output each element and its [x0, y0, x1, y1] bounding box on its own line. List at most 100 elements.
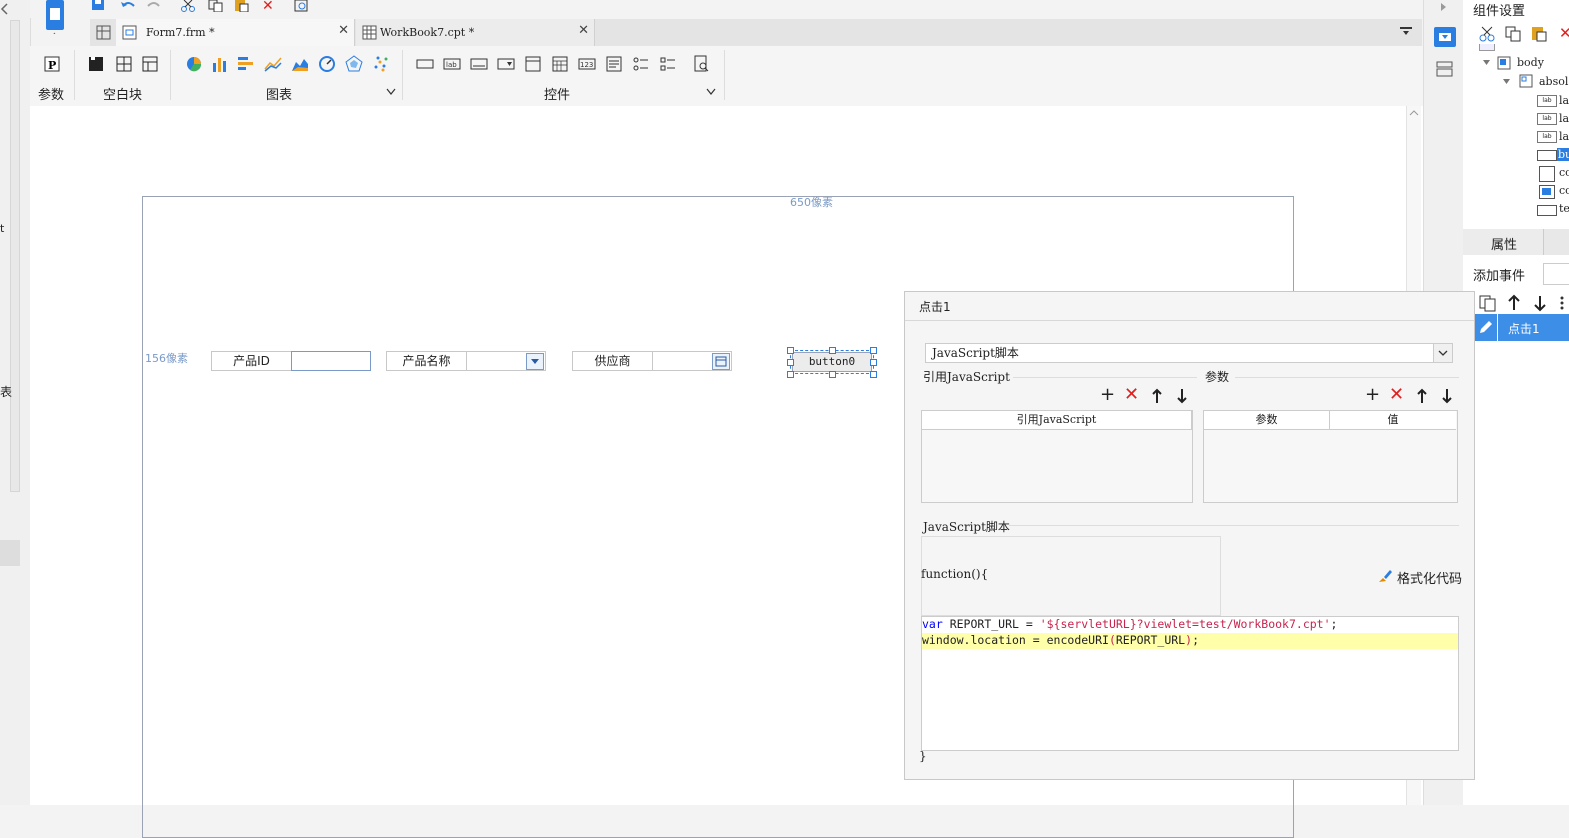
number-widget-icon[interactable]: 123 [577, 54, 597, 74]
tree-node-label[interactable]: la [1559, 130, 1569, 143]
scatter-chart-icon[interactable] [371, 54, 391, 74]
calendar-widget-icon[interactable] [550, 54, 570, 74]
resize-handle[interactable] [787, 371, 794, 378]
edit-pencil-icon[interactable] [1473, 314, 1498, 341]
tree-node-combo[interactable]: co [1559, 184, 1569, 197]
ref-js-table[interactable]: 引用JavaScript [921, 410, 1193, 503]
tree-node-absolute[interactable]: absol [1539, 75, 1568, 88]
paste-icon[interactable] [1531, 26, 1547, 42]
add-event-select[interactable] [1543, 263, 1569, 285]
split-block-icon[interactable] [114, 54, 134, 74]
line-chart-icon[interactable] [263, 54, 283, 74]
supplier-label[interactable]: 供应商 [572, 351, 653, 371]
calendar-icon[interactable] [712, 353, 730, 370]
bar-chart-icon[interactable] [210, 54, 230, 74]
tree-expand-icon[interactable] [1503, 78, 1511, 86]
param-column-header[interactable]: 参数 [1204, 411, 1330, 430]
dropdown-arrow-icon[interactable] [526, 353, 544, 370]
collapse-left-icon[interactable] [0, 3, 10, 15]
block-icon[interactable] [86, 54, 106, 74]
grid-view-icon[interactable] [96, 25, 112, 41]
resize-handle[interactable] [870, 359, 877, 366]
tree-node-body[interactable]: body [1517, 56, 1544, 69]
more-options-icon[interactable] [1559, 294, 1569, 312]
pie-chart-icon[interactable] [184, 54, 204, 74]
combo-widget-icon[interactable] [496, 54, 516, 74]
copy-icon[interactable] [208, 0, 224, 12]
event-type-select[interactable]: JavaScript脚本 [925, 343, 1453, 363]
add-icon[interactable]: + [1365, 386, 1380, 404]
chevron-down-icon[interactable] [706, 88, 716, 96]
resize-handle[interactable] [829, 371, 836, 378]
params-table[interactable]: 参数 值 [1203, 410, 1458, 503]
horizontal-bar-chart-icon[interactable] [236, 54, 256, 74]
parameter-pane-icon[interactable]: P [42, 54, 62, 74]
close-icon[interactable]: ✕ [578, 23, 589, 38]
value-column-header[interactable]: 值 [1330, 411, 1456, 430]
resize-handle[interactable] [870, 371, 877, 378]
tab-properties[interactable]: 属性 [1463, 229, 1544, 255]
product-name-combo[interactable] [466, 351, 546, 371]
resize-handle[interactable] [787, 359, 794, 366]
template-icon[interactable] [44, 0, 66, 34]
move-up-icon[interactable] [1416, 388, 1428, 404]
delete-icon[interactable]: ✕ [262, 0, 274, 13]
paste-icon[interactable] [234, 0, 250, 12]
tab-form7[interactable]: Form7.frm * ✕ [116, 19, 355, 46]
widget-settings-tab-icon[interactable] [1434, 27, 1456, 47]
left-scrollbar[interactable] [10, 20, 20, 492]
add-icon[interactable]: + [1100, 386, 1115, 404]
text-widget-icon[interactable] [469, 54, 489, 74]
code-editor[interactable]: var REPORT_URL = '${servletURL}?viewlet=… [921, 616, 1459, 751]
tab-list-dropdown-icon[interactable] [1400, 27, 1414, 37]
move-up-icon[interactable] [1151, 388, 1163, 404]
delete-icon[interactable]: ✕ [1389, 386, 1404, 404]
button0[interactable]: button0 [792, 352, 872, 372]
chevron-down-icon[interactable] [1433, 344, 1452, 362]
close-icon[interactable]: ✕ [338, 23, 349, 38]
copy-event-icon[interactable] [1479, 294, 1497, 312]
product-id-input[interactable] [291, 351, 371, 371]
radio-group-icon[interactable] [631, 54, 651, 74]
preview-icon[interactable] [294, 0, 310, 12]
radar-chart-icon[interactable] [344, 54, 364, 74]
gauge-chart-icon[interactable] [317, 54, 337, 74]
resize-handle[interactable] [787, 347, 794, 354]
cut-icon[interactable] [1479, 26, 1495, 42]
save-icon[interactable] [90, 0, 106, 12]
move-down-icon[interactable] [1533, 294, 1547, 312]
event-list-item-selected[interactable]: 点击1 [1473, 314, 1569, 341]
button0-selection[interactable]: button0 [787, 347, 877, 378]
brush-icon[interactable] [1377, 568, 1393, 584]
tree-node-label[interactable]: la [1559, 112, 1569, 125]
resize-handle[interactable] [870, 347, 877, 354]
checkbox-group-icon[interactable] [658, 54, 678, 74]
label-widget-icon[interactable]: lab [442, 54, 462, 74]
delete-icon[interactable]: ✕ [1124, 386, 1139, 404]
tree-node-button-selected[interactable]: bu [1557, 148, 1569, 161]
chevron-down-icon[interactable] [386, 88, 396, 96]
tab-block-icon[interactable] [140, 54, 160, 74]
format-code-button[interactable]: 格式化代码 [1397, 568, 1462, 587]
left-selected-row[interactable] [0, 540, 20, 566]
tab-workbook7[interactable]: WorkBook7.cpt * ✕ [356, 19, 595, 46]
cut-icon[interactable] [180, 0, 196, 12]
move-up-icon[interactable] [1507, 294, 1521, 312]
copy-icon[interactable] [1505, 26, 1521, 42]
tree-node-text[interactable]: te [1559, 202, 1569, 215]
date-widget-icon[interactable] [523, 54, 543, 74]
delete-icon[interactable]: ✕ [1559, 24, 1569, 42]
product-id-label[interactable]: 产品ID [211, 351, 292, 371]
ref-js-column-header[interactable]: 引用JavaScript [922, 411, 1192, 430]
product-name-label[interactable]: 产品名称 [386, 351, 467, 371]
redo-icon[interactable] [146, 0, 162, 12]
button-widget-icon[interactable] [415, 54, 435, 74]
move-down-icon[interactable] [1176, 388, 1188, 404]
tree-node-combo[interactable]: co [1559, 166, 1569, 179]
expand-right-icon[interactable] [1440, 2, 1448, 12]
layout-tab-icon[interactable] [1436, 60, 1454, 78]
area-chart-icon[interactable] [290, 54, 310, 74]
supplier-date-picker[interactable] [652, 351, 732, 371]
resize-handle[interactable] [829, 347, 836, 354]
textarea-widget-icon[interactable] [604, 54, 624, 74]
